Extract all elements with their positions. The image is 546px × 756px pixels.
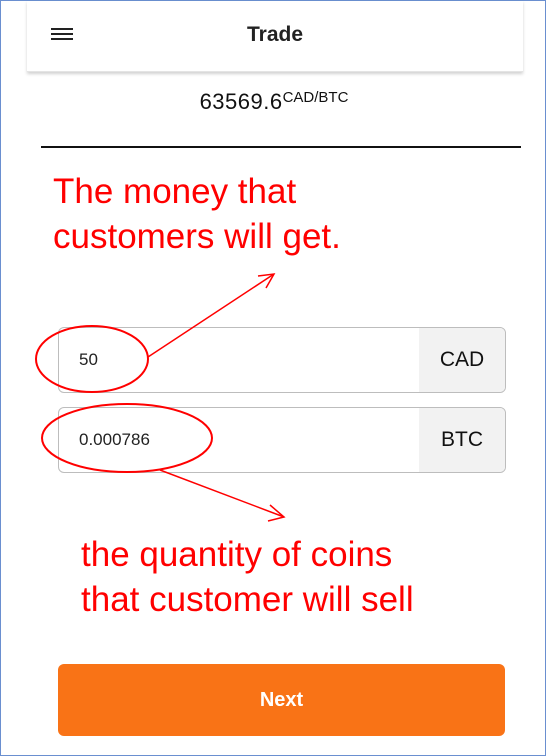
- cad-amount-field: CAD: [58, 327, 506, 393]
- btc-unit-label: BTC: [419, 408, 505, 472]
- btc-amount-field: BTC: [58, 407, 506, 473]
- exchange-rate-value: 63569.6: [199, 89, 283, 114]
- cad-amount-input[interactable]: [59, 328, 429, 392]
- annotation-line: customers will get.: [53, 217, 341, 256]
- next-button[interactable]: Next: [58, 664, 505, 736]
- annotation-coins-sold: the quantity of coins that customer will…: [81, 532, 521, 622]
- exchange-rate: 63569.6CAD/BTC: [1, 89, 546, 115]
- cad-unit-label: CAD: [419, 328, 505, 392]
- app-frame: Trade 63569.6CAD/BTC The money that cust…: [0, 0, 546, 756]
- page-title: Trade: [246, 23, 304, 46]
- annotation-money-received: The money that customers will get.: [53, 169, 473, 259]
- exchange-rate-unit: CAD/BTC: [282, 89, 349, 106]
- annotation-line: The money that: [53, 172, 297, 211]
- divider: [41, 146, 521, 148]
- btc-amount-input[interactable]: [59, 408, 429, 472]
- annotation-line: the quantity of coins: [81, 535, 393, 574]
- app-header: Trade: [27, 1, 523, 72]
- annotation-line: that customer will sell: [81, 580, 414, 619]
